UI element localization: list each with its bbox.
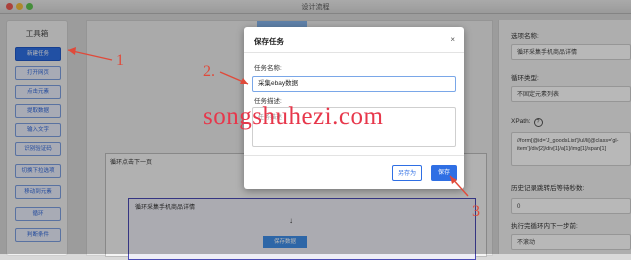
- annotation-arrows: [67, 47, 469, 197]
- annotation-two: 2.: [203, 63, 215, 80]
- annotation-three: 3: [472, 203, 480, 220]
- arrowhead-toolbox: [68, 47, 76, 55]
- annotation-one: 1: [116, 52, 124, 69]
